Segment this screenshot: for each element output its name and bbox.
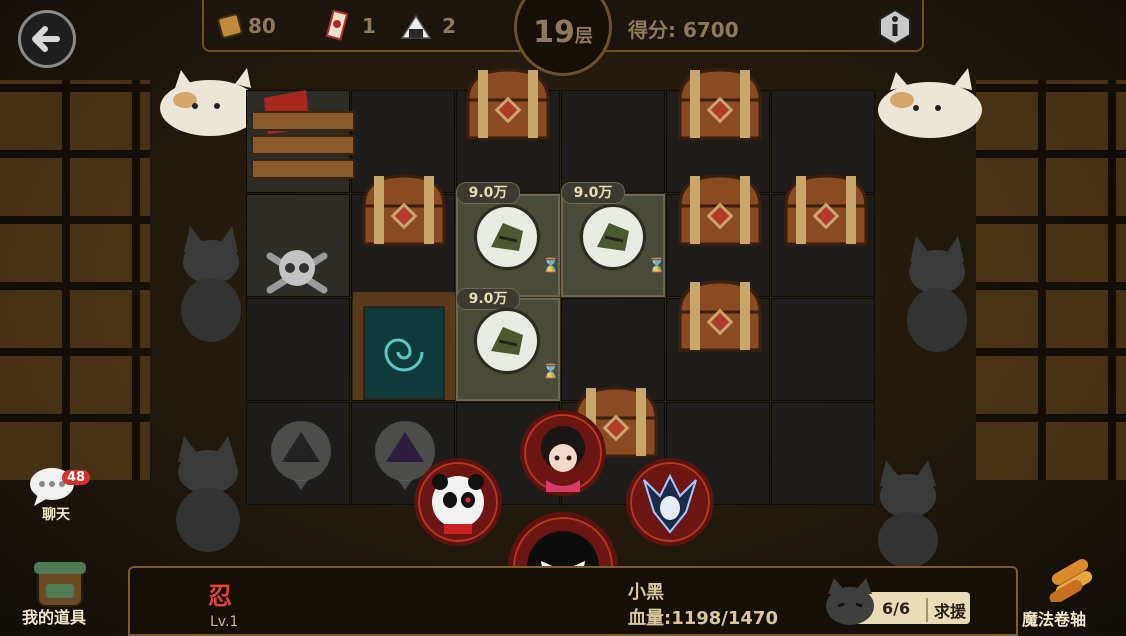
mech-item-icon (491, 327, 523, 355)
backpack-icon (34, 562, 86, 607)
grid-cell[interactable] (561, 90, 665, 193)
chat-button[interactable]: 48 聊天 (28, 466, 91, 523)
black-cat-left-1 (181, 226, 241, 342)
chest-icon[interactable] (358, 172, 450, 248)
score-value: 6700 (682, 18, 739, 42)
floor-badge: 19层 (514, 0, 612, 76)
hero-name: 小黑 (628, 582, 664, 603)
hero-portrait-girl[interactable] (520, 410, 606, 496)
grid-cell[interactable] (771, 402, 875, 505)
grid-cell[interactable] (771, 298, 875, 401)
shadow-helmet-icon (271, 421, 331, 490)
scroll-icon (217, 13, 243, 39)
ticket-icon (325, 10, 349, 41)
riceball-icon (400, 14, 432, 39)
right-shoji-wall (976, 80, 1126, 480)
vortex-portal-icon[interactable] (349, 290, 459, 402)
magic-scroll-label: 魔法卷轴 (1022, 610, 1087, 629)
support-button[interactable]: 求援 (926, 598, 966, 622)
chest-icon[interactable] (780, 172, 872, 248)
grid-cell[interactable] (246, 298, 350, 401)
floor-number: 19 (533, 15, 575, 50)
riceball-count: 2 (442, 14, 456, 38)
chat-label: 聊天 (42, 507, 70, 523)
item-orb[interactable] (580, 204, 646, 270)
support-count: 6/6 (882, 599, 911, 618)
black-cat-right-2 (878, 460, 938, 566)
left-shoji-wall (0, 80, 150, 480)
panda-avatar (432, 474, 484, 534)
white-cat-right (878, 68, 982, 138)
score-label: 得分: 6700 (628, 18, 739, 42)
floor-unit: 层 (574, 26, 593, 47)
mech-item-icon (597, 223, 629, 251)
skull-icon (266, 250, 328, 294)
black-cat-left-2 (176, 436, 240, 552)
hero-hp-value: 1198/1470 (671, 608, 778, 629)
item-price: 9.0万 (456, 288, 520, 310)
magic-scroll-button[interactable]: 魔法卷轴 (1020, 552, 1124, 632)
item-orb[interactable] (474, 204, 540, 270)
magic-scroll-icon (1049, 559, 1093, 602)
hero-class-glyph: 忍 (208, 582, 232, 610)
hourglass-icon: ⌛ (542, 258, 560, 274)
chest-icon[interactable] (674, 172, 766, 248)
back-arrow-icon (32, 26, 60, 52)
item-orb[interactable] (474, 308, 540, 374)
chest-icon[interactable] (674, 278, 766, 354)
hero-portrait-spirit[interactable] (626, 458, 714, 546)
back-button[interactable] (18, 10, 76, 68)
hero-hp: 血量:1198/1470 (628, 608, 778, 629)
my-items-label: 我的道具 (22, 608, 87, 627)
broken-crate-icon (251, 90, 355, 179)
hero-portrait-panda[interactable] (414, 458, 502, 546)
scroll-count: 80 (248, 14, 276, 38)
ninja-girl-avatar (541, 426, 585, 492)
chest-icon[interactable] (462, 66, 554, 142)
hero-level: Lv.1 (210, 614, 239, 630)
black-cat-right-1 (907, 236, 967, 352)
my-items-button[interactable]: 我的道具 (18, 556, 102, 632)
hourglass-icon: ⌛ (648, 258, 666, 274)
item-price: 9.0万 (561, 182, 625, 204)
chat-badge-count: 48 (62, 470, 91, 485)
ticket-count: 1 (362, 14, 376, 38)
ice-spirit-avatar (643, 473, 697, 534)
hourglass-icon: ⌛ (542, 364, 560, 380)
cat-icon (826, 578, 874, 625)
chest-icon[interactable] (674, 66, 766, 142)
info-icon[interactable] (876, 8, 914, 46)
mech-item-icon (491, 223, 523, 251)
hero-status-panel: 忍 Lv.1 小黑 血量:1198/1470 6/6 求援 (128, 566, 1018, 636)
item-price: 9.0万 (456, 182, 520, 204)
